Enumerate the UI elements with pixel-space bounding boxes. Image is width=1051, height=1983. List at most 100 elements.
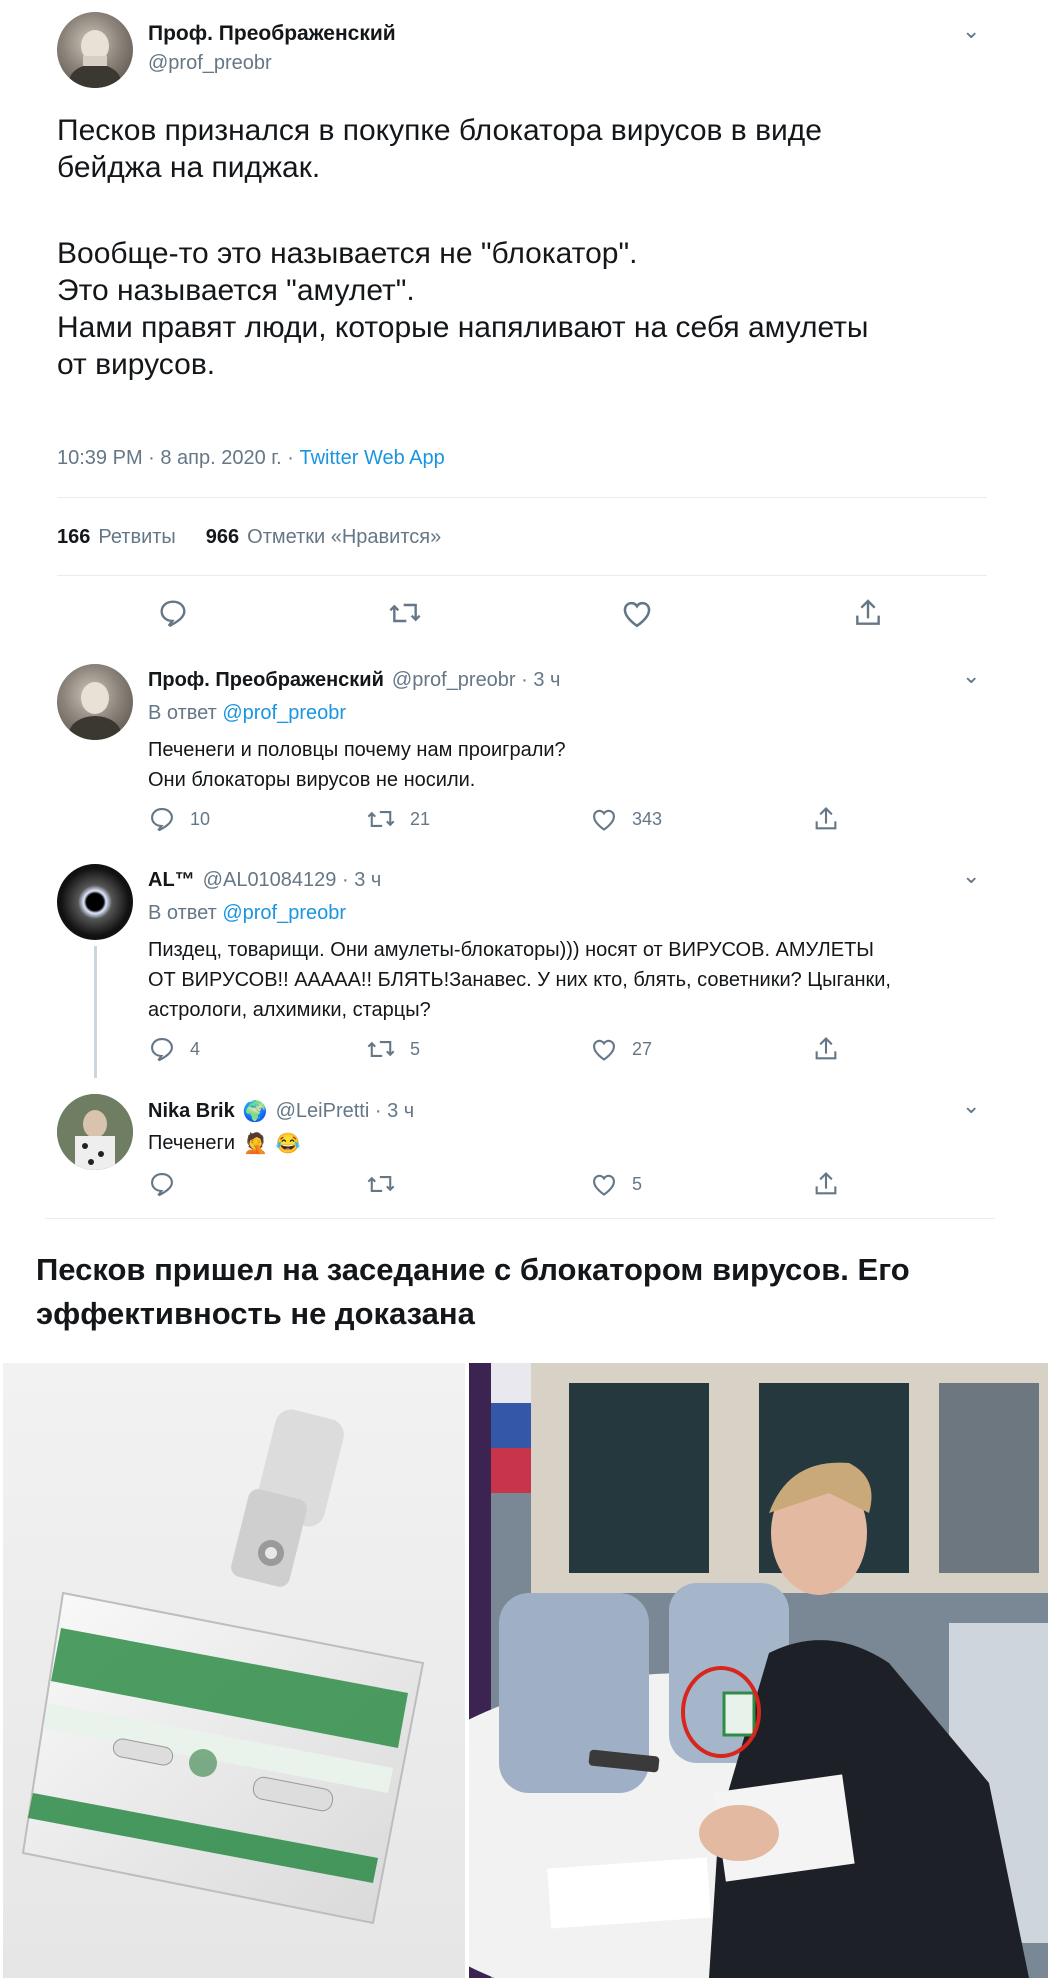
like-action[interactable]: 27 [590,1035,652,1063]
text-line: Песков признался в покупке блокатора вир… [57,114,822,147]
retweet-action[interactable]: 21 [366,805,430,833]
like-icon[interactable] [620,597,654,634]
text-line: Это называется "амулет". [57,274,415,307]
reply-author-name[interactable]: Проф. Преображенский [148,669,384,692]
text-line: Вообще-то это называется не "блокатор". [57,237,638,270]
like-count: 27 [632,1038,653,1059]
like-count: 5 [632,1173,643,1194]
text-line [57,186,1017,223]
like-action[interactable]: 5 [590,1170,642,1198]
reply-header: AL™ @AL01084129 · 3 ч [148,869,381,892]
like-action[interactable]: 343 [590,805,662,833]
main-tweet-text: Песков признался в покупке блокатора вир… [57,112,1017,383]
facepalm-emoji-icon: 🤦 [243,1133,268,1155]
text-line: Печенеги и половцы почему нам проиграли? [148,739,566,761]
text-line: бейджа на пиджак. [57,151,321,184]
divider [45,1218,995,1219]
text-line: Они блокаторы вирусов не носили. [148,769,476,791]
reply-count: 10 [190,808,211,829]
text-line: Печенеги [148,1132,236,1154]
retweet-icon [367,1176,395,1192]
retweet-icon [367,811,395,827]
reply-header: Проф. Преображенский @prof_preobr · 3 ч [148,669,560,692]
article-caption: Песков пришел на заседание с блокатором … [36,1248,1026,1336]
main-author-handle[interactable]: @prof_preobr [148,52,272,75]
reply-to-link[interactable]: @prof_preobr [222,702,346,724]
share-icon[interactable] [812,1035,840,1068]
reply-text: Печенеги 🤦 😂 [148,1131,301,1156]
retweet-icon[interactable] [387,597,423,634]
badge-illustration [21,1409,425,1925]
divider [57,575,987,576]
portrait-image [69,682,121,740]
chevron-down-icon[interactable]: ⌄ [962,665,980,687]
retweet-count: 5 [410,1038,421,1059]
reply-icon [151,808,173,832]
main-author-name[interactable]: Проф. Преображенский [148,22,396,46]
reply-to-line: В ответ @prof_preobr [148,702,346,725]
share-icon[interactable] [852,597,884,634]
share-icon[interactable] [812,1170,840,1203]
reply-to-label: В ответ [148,902,223,924]
reply-author-avatar[interactable] [57,864,133,940]
reply-author-avatar[interactable] [57,664,133,740]
thread-line [94,946,97,1078]
reply-action[interactable] [148,1170,190,1198]
text-line: Пиздец, товарищи. Они амулеты-блокаторы)… [148,939,874,961]
reply-count: 4 [190,1038,201,1059]
like-count: 343 [632,808,663,829]
reply-action[interactable]: 10 [148,805,210,833]
photo-image [57,1094,133,1170]
engagement-stats: 166 Ретвиты 966 Отметки «Нравится» [57,526,441,549]
source-link[interactable]: Twitter Web App [299,447,444,469]
divider [57,497,987,498]
reply-author-handle[interactable]: @LeiPretti · 3 ч [276,1100,415,1123]
text-line: астрологи, алхимики, старцы? [148,999,431,1021]
badge-photo [3,1363,465,1978]
text-line: Нами правят люди, которые напяливают на … [57,311,869,344]
chevron-down-icon[interactable]: ⌄ [962,1095,980,1117]
retweet-icon [367,1041,395,1057]
caption-line: эффективность не доказана [36,1296,475,1331]
reply-to-label: В ответ [148,702,223,724]
chevron-down-icon[interactable]: ⌄ [962,20,980,42]
retweet-action[interactable] [366,1170,410,1198]
reply-to-link[interactable]: @prof_preobr [222,902,346,924]
reply-author-handle[interactable]: @AL01084129 · 3 ч [203,869,382,892]
text-line: от вирусов. [57,348,216,381]
reply-author-name[interactable]: Nika Brik [148,1100,235,1123]
like-icon [593,1174,615,1196]
like-icon [593,809,615,831]
tweet-timestamp: 10:39 PM · 8 апр. 2020 г. · Twitter Web … [57,447,445,470]
reply-text: Пиздец, товарищи. Они амулеты-блокаторы)… [148,935,988,1025]
laughing-emoji-icon: 😂 [275,1133,301,1155]
retweets-count[interactable]: 166 [57,526,90,549]
share-icon[interactable] [812,805,840,838]
black-hole-icon [61,868,129,936]
reply-header: Nika Brik 🌍 @LeiPretti · 3 ч [148,1099,414,1124]
text-line: ОТ ВИРУСОВ!! ААААА!! БЛЯТЬ!Занавес. У ни… [148,969,891,991]
likes-count[interactable]: 966 [206,526,239,549]
chevron-down-icon[interactable]: ⌄ [962,865,980,887]
meeting-room-image [469,1363,1048,1978]
reply-author-handle[interactable]: @prof_preobr · 3 ч [392,669,561,692]
reply-text: Печенеги и половцы почему нам проиграли?… [148,735,566,795]
reply-to-line: В ответ @prof_preobr [148,902,346,925]
time-text[interactable]: 10:39 PM · 8 апр. 2020 г. · [57,447,299,469]
reply-author-avatar[interactable] [57,1094,133,1170]
reply-author-name[interactable]: AL™ [148,869,195,892]
main-author-avatar[interactable] [57,12,133,88]
retweet-action[interactable]: 5 [366,1035,420,1063]
reply-icon [151,1038,173,1062]
peskov-photo [469,1363,1048,1978]
reply-icon [151,1173,173,1197]
portrait-image [69,30,121,88]
retweet-count: 21 [410,808,431,829]
caption-line: Песков пришел на заседание с блокатором … [36,1252,910,1287]
reply-action[interactable]: 4 [148,1035,200,1063]
reply-icon[interactable] [157,597,189,634]
globe-emoji-icon: 🌍 [242,1101,268,1123]
retweets-label[interactable]: Ретвиты [98,526,175,549]
likes-label[interactable]: Отметки «Нравится» [247,526,441,549]
like-icon [593,1039,615,1061]
